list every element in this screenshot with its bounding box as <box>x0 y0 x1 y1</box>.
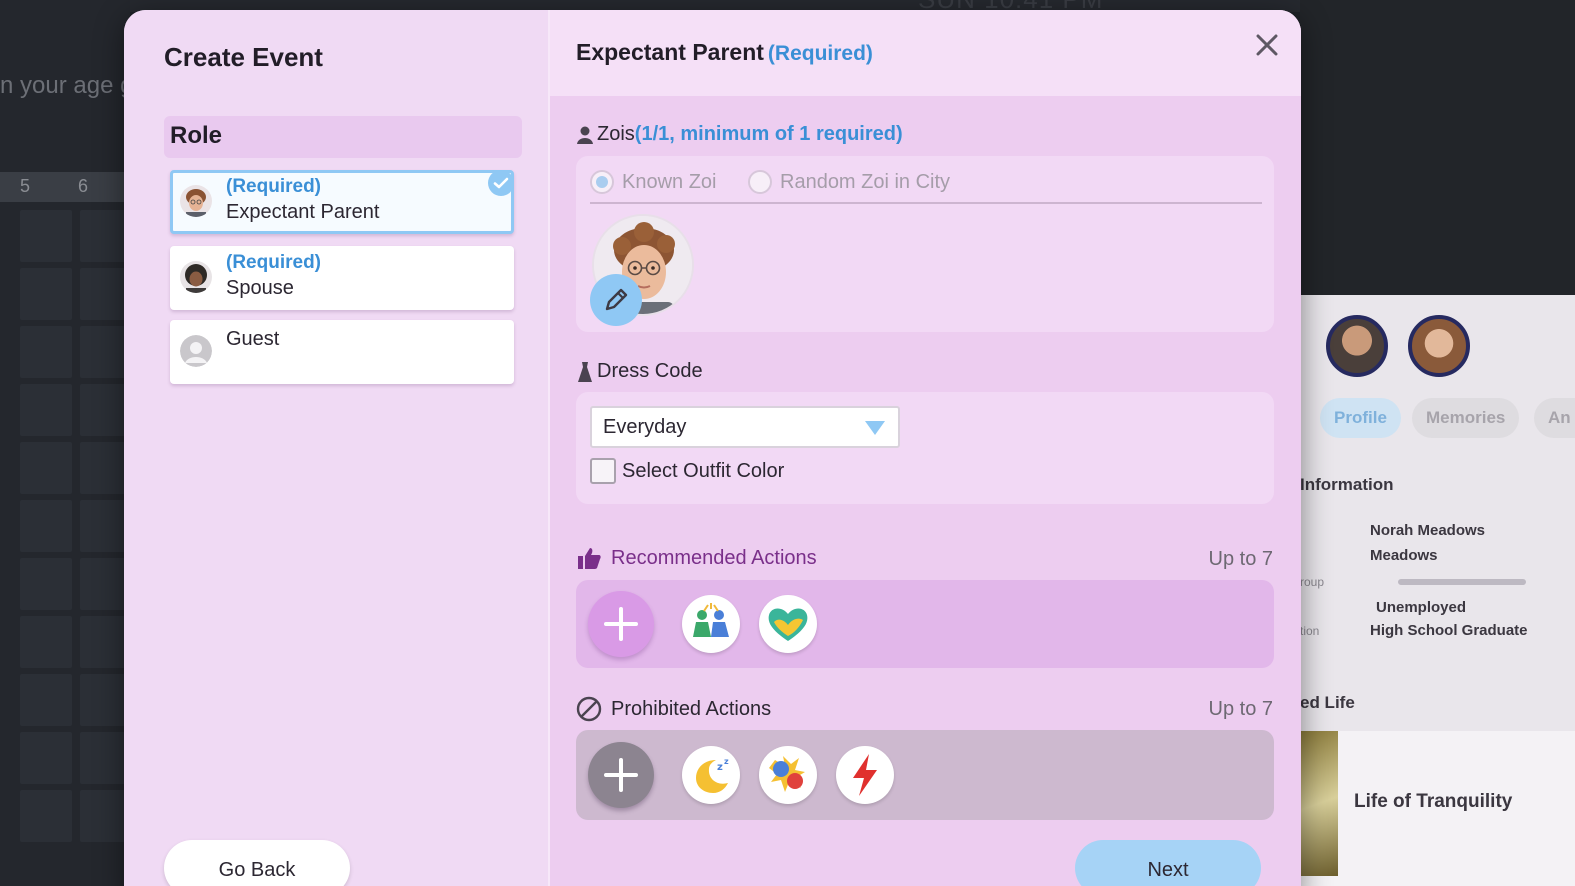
role-detail-pane: Expectant Parent (Required) Zois (1/1, min… <box>550 10 1301 886</box>
dress-code-panel: Everyday Select Outfit Color <box>576 392 1274 504</box>
role-card-expectant-parent[interactable]: (Required) Expectant Parent <box>170 170 514 234</box>
background-section-information: Information <box>1300 475 1394 494</box>
dress-icon <box>578 361 592 382</box>
background-left-panel: n your age g 5 6 <box>0 0 130 886</box>
heart-action-icon[interactable] <box>759 595 817 653</box>
zois-panel: Known Zoi Random Zoi in City <box>576 156 1274 332</box>
background-slider <box>1398 579 1526 585</box>
svg-text:z: z <box>724 757 729 766</box>
zois-label: Zois <box>597 123 635 145</box>
role-required-tag: (Required) <box>226 252 321 273</box>
background-right-top <box>1300 0 1575 295</box>
dress-code-label: Dress Code <box>597 360 703 382</box>
recommended-actions-label: Recommended Actions <box>576 546 817 570</box>
avatar <box>180 261 212 293</box>
add-recommended-action-button[interactable] <box>588 591 654 657</box>
background-info-value: Norah Meadows <box>1370 522 1486 539</box>
prohibited-icon <box>576 696 602 722</box>
background-info-label: roup <box>1300 575 1325 589</box>
role-section-header: Role <box>164 116 522 158</box>
select-outfit-color-checkbox[interactable]: Select Outfit Color <box>590 458 784 484</box>
radio-dot <box>590 170 614 194</box>
dress-code-section-label: Dress Code <box>576 360 703 383</box>
background-avatar <box>1326 315 1388 377</box>
pencil-icon <box>605 288 628 311</box>
check-icon <box>488 170 514 196</box>
modal-title: Create Event <box>164 42 323 72</box>
chevron-down-icon <box>865 421 885 435</box>
zois-count: (1/1, minimum of 1 required) <box>634 123 903 145</box>
background-profile-panel: Profile Memories An Information Norah Me… <box>1300 295 1575 886</box>
background-life-image <box>1300 731 1338 876</box>
role-card-spouse[interactable]: (Required) Spouse <box>170 246 514 310</box>
person-icon <box>577 126 593 144</box>
socialize-action-icon[interactable] <box>682 595 740 653</box>
prohibited-actions-label: Prohibited Actions <box>576 696 771 722</box>
role-name: Expectant Parent <box>226 201 380 223</box>
zoi-source-radio-group: Known Zoi Random Zoi in City <box>590 168 1262 204</box>
avatar <box>180 185 212 217</box>
background-hint-text: n your age g <box>0 72 130 99</box>
lightning-action-icon[interactable] <box>836 746 894 804</box>
background-info-value: Unemployed <box>1376 599 1467 616</box>
background-calendar-number: 5 <box>20 176 31 196</box>
radio-label: Random Zoi in City <box>780 170 951 193</box>
recommended-label-text: Recommended Actions <box>611 546 817 569</box>
background-avatar <box>1408 315 1470 377</box>
dress-code-dropdown[interactable]: Everyday <box>590 406 900 448</box>
plus-icon <box>604 758 638 792</box>
prohibited-limit: Up to 7 <box>1208 698 1273 720</box>
detail-title-required: (Required) <box>767 42 873 65</box>
prohibited-label-text: Prohibited Actions <box>611 697 772 720</box>
background-life-name: Life of Tranquility <box>1354 791 1513 812</box>
zois-section-label: Zois (1/1, minimum of 1 required) <box>576 123 903 146</box>
edit-zoi-button[interactable] <box>590 274 642 326</box>
background-tab-profile: Profile <box>1320 398 1401 438</box>
dress-code-value: Everyday <box>603 416 687 438</box>
close-icon <box>1256 34 1278 56</box>
prohibited-actions-panel: zz <box>576 730 1274 820</box>
role-list-pane: Create Event Role (Required) Expectant P… <box>124 10 548 886</box>
background-tab-more: An <box>1534 398 1575 438</box>
radio-label: Known Zoi <box>622 170 717 193</box>
background-calendar-number: 6 <box>78 176 89 196</box>
plus-icon <box>604 607 638 641</box>
radio-known-zoi[interactable]: Known Zoi <box>590 170 717 194</box>
recommended-actions-panel <box>576 580 1274 668</box>
role-name: Guest <box>226 328 280 350</box>
checkbox-label: Select Outfit Color <box>622 459 785 482</box>
thumbs-up-icon <box>578 548 601 569</box>
role-card-guest[interactable]: Guest <box>170 320 514 384</box>
next-button[interactable]: Next <box>1075 840 1261 886</box>
close-button[interactable] <box>1252 30 1282 60</box>
go-back-button[interactable]: Go Back <box>164 840 350 886</box>
background-info-value: High School Graduate <box>1370 622 1528 639</box>
create-event-modal: Create Event Role (Required) Expectant P… <box>124 10 1301 886</box>
person-placeholder-icon <box>180 335 212 367</box>
add-prohibited-action-button[interactable] <box>588 742 654 808</box>
recommended-limit: Up to 7 <box>1208 548 1273 570</box>
background-life-card: Life of Tranquility <box>1300 731 1575 886</box>
background-tab-memories: Memories <box>1412 398 1520 438</box>
role-required-tag: (Required) <box>226 176 321 197</box>
background-info-value: Meadows <box>1370 547 1438 564</box>
fight-action-icon[interactable] <box>759 746 817 804</box>
detail-title-text: Expectant Parent <box>576 39 764 65</box>
background-info-label: tion <box>1300 624 1320 638</box>
radio-dot <box>748 170 772 194</box>
detail-title: Expectant Parent (Required) <box>576 39 873 66</box>
background-section-life: ed Life <box>1300 693 1355 712</box>
sleep-action-icon[interactable]: zz <box>682 746 740 804</box>
role-name: Spouse <box>226 277 294 299</box>
svg-text:z: z <box>717 762 723 773</box>
checkbox-box <box>590 458 616 484</box>
radio-random-zoi[interactable]: Random Zoi in City <box>748 170 950 194</box>
